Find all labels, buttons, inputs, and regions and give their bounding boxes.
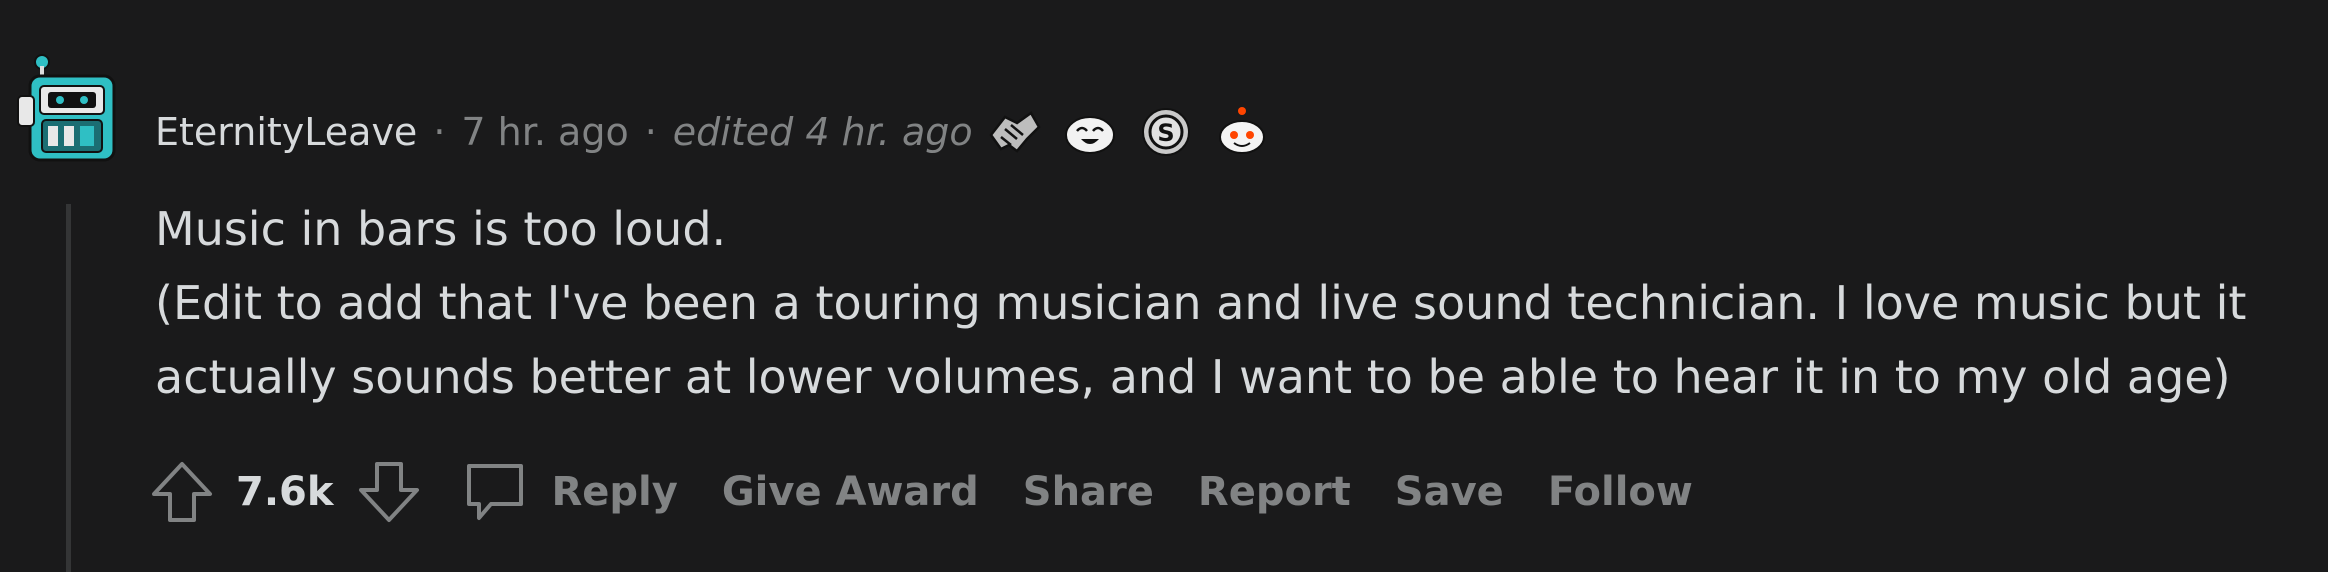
comment-line: Music in bars is too loud. (155, 202, 727, 256)
user-avatar[interactable] (12, 52, 132, 172)
upvote-icon[interactable] (148, 458, 216, 526)
reply-button[interactable]: Reply (461, 458, 721, 526)
follow-button[interactable]: Follow (1548, 469, 1693, 515)
comment-username[interactable]: EternityLeave (155, 110, 417, 154)
save-button[interactable]: Save (1395, 469, 1504, 515)
handshake-award-icon[interactable] (987, 105, 1041, 159)
svg-text:S: S (1157, 119, 1174, 147)
silver-award-icon[interactable]: S (1139, 105, 1193, 159)
robot-avatar-icon (17, 54, 116, 162)
reply-label: Reply (551, 469, 678, 515)
thread-line[interactable] (66, 204, 71, 572)
edited-timestamp: edited 4 hr. ago (672, 110, 973, 154)
separator-dot: · (644, 110, 657, 154)
reddit-snoo-award-icon[interactable] (1215, 105, 1269, 159)
report-button[interactable]: Report (1198, 469, 1351, 515)
vote-score: 7.6k (236, 469, 334, 515)
comment-timestamp[interactable]: 7 hr. ago (461, 110, 628, 154)
give-award-button[interactable]: Give Award (722, 469, 979, 515)
comment-meta: EternityLeave · 7 hr. ago · edited 4 hr.… (155, 92, 1269, 172)
comment-line: (Edit to add that I've been a touring mu… (155, 276, 2247, 404)
downvote-icon[interactable] (355, 458, 423, 526)
laughing-face-award-icon[interactable] (1063, 105, 1117, 159)
separator-dot: · (433, 110, 446, 154)
comment-bubble-icon (467, 464, 524, 520)
comment-body: Music in bars is too loud. (Edit to add … (155, 192, 2285, 414)
comment-actions: 7.6k Reply Give Award Share Report Save … (148, 452, 1737, 532)
award-list[interactable]: S (987, 105, 1269, 159)
share-button[interactable]: Share (1023, 469, 1154, 515)
